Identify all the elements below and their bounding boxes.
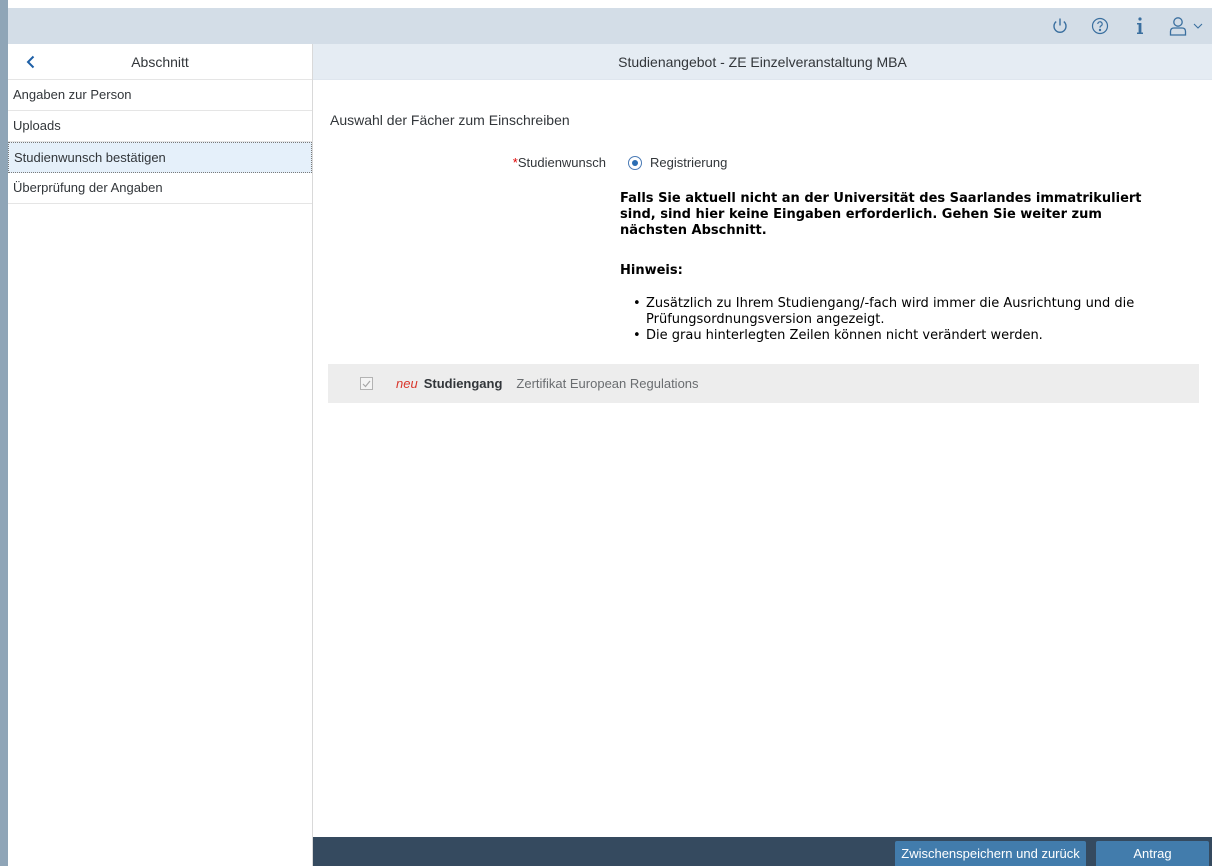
row-type: Studiengang (423, 376, 503, 391)
radio-selected-dot (632, 160, 638, 166)
sidebar-header: Abschnitt (8, 44, 312, 80)
sidebar-item-uploads[interactable]: Uploads (8, 111, 312, 142)
power-button[interactable] (1040, 8, 1080, 44)
save-and-back-button[interactable]: Zwischenspeichern und zurück (895, 841, 1086, 866)
row-checkbox[interactable] (360, 377, 373, 390)
user-icon (1169, 16, 1187, 36)
sidebar-title: Abschnitt (131, 53, 189, 70)
hint-item: Die grau hinterlegten Zeilen können nich… (632, 328, 1172, 344)
help-icon (1091, 17, 1109, 35)
submit-application-button[interactable]: Antrag einreichen (1096, 841, 1209, 866)
row-name: Zertifikat European Regulations (516, 376, 699, 391)
footer-toolbar: Zwischenspeichern und zurück Antrag einr… (313, 837, 1212, 866)
section-sidebar: Abschnitt Angaben zur Person Uploads Stu… (8, 44, 313, 866)
hint-title: Hinweis: (620, 263, 683, 278)
back-icon[interactable] (22, 53, 40, 71)
sidebar-item-studienwunsch-bestaetigen[interactable]: Studienwunsch bestätigen (8, 142, 312, 173)
field-label-text: Studienwunsch (517, 155, 606, 170)
page-title: Studienangebot - ZE Einzelveranstaltung … (313, 44, 1212, 80)
shell-bar (8, 8, 1212, 44)
user-menu-button[interactable] (1160, 8, 1212, 44)
section-title: Auswahl der Fächer zum Einschreiben (330, 112, 570, 128)
registrierung-radio-label[interactable]: Registrierung (650, 155, 727, 170)
info-button[interactable] (1120, 8, 1160, 44)
hint-list: Zusätzlich zu Ihrem Studiengang/-fach wi… (632, 296, 1172, 344)
sidebar-item-angaben-zur-person[interactable]: Angaben zur Person (8, 80, 312, 111)
studienwunsch-label: *Studienwunsch (460, 155, 606, 170)
checkmark-icon (362, 380, 371, 387)
help-button[interactable] (1080, 8, 1120, 44)
window-left-edge (0, 0, 8, 866)
registrierung-radio[interactable] (628, 156, 642, 170)
info-text: Falls Sie aktuell nicht an der Universit… (620, 191, 1142, 238)
shell-actions (1040, 8, 1212, 44)
hint-item: Zusätzlich zu Ihrem Studiengang/-fach wi… (632, 296, 1172, 328)
info-icon (1133, 16, 1147, 36)
chevron-down-icon (1193, 23, 1203, 29)
studiengang-row: neu Studiengang Zertifikat European Regu… (328, 364, 1199, 403)
row-new-tag: neu (396, 376, 418, 391)
sidebar-item-ueberpruefung[interactable]: Überprüfung der Angaben (8, 173, 312, 204)
power-icon (1051, 17, 1069, 35)
